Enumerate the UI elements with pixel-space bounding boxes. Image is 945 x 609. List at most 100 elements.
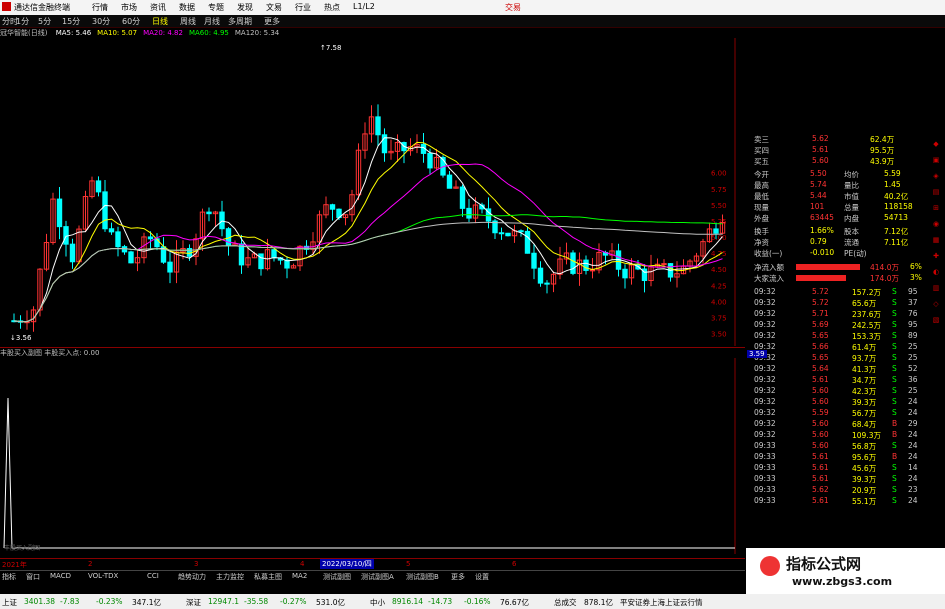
tick-count: 37 — [908, 298, 918, 307]
indicator-tab[interactable]: CCI — [147, 572, 159, 580]
tick-row: 09:33 5.61 55.1万 S 24 — [752, 496, 926, 507]
top-nav-item[interactable]: 行业 — [295, 2, 311, 13]
price-tick: 6.00 — [711, 170, 727, 178]
quote-panel: 卖三 5.62 62.4万 买四 5.61 95.5万 买五 5.60 43.9万 今开 5.50 均… — [752, 130, 926, 570]
tick-price: 5.72 — [812, 298, 829, 307]
candle-body — [498, 232, 505, 235]
period-tab[interactable]: 5分 — [38, 16, 51, 27]
period-tab[interactable]: 1分 — [16, 16, 29, 27]
top-nav-item[interactable]: 发现 — [237, 2, 253, 13]
status-val: 12947.1 — [208, 597, 240, 606]
tick-time: 09:32 — [754, 320, 776, 329]
indicator-tab[interactable]: 趋势动力 — [178, 572, 206, 582]
stat-value: 5.44 — [810, 191, 827, 200]
toolbar-icon-12[interactable]: ▧ — [930, 316, 942, 328]
indicator-tab[interactable]: 测试副图B — [406, 572, 439, 582]
toolbar-icon-7[interactable]: ▦ — [930, 236, 942, 248]
period-tab[interactable]: 周线 — [180, 16, 196, 27]
ask-vol: 62.4万 — [870, 135, 895, 144]
toolbar-icon-3[interactable]: ◈ — [930, 172, 942, 184]
top-nav-item[interactable]: L1/L2 — [353, 2, 375, 11]
low-price-label: ↓3.56 — [10, 334, 32, 342]
tick-row: 09:33 5.61 39.3万 S 24 — [752, 474, 926, 485]
price-tick: 3.50 — [711, 331, 727, 339]
sub-indicator-chart[interactable]: 丰股买入副图 — [0, 358, 745, 554]
indicator-tab[interactable]: MA2 — [292, 572, 307, 580]
top-nav-item[interactable]: 热点 — [324, 2, 340, 13]
candle-body — [167, 261, 173, 273]
stat-label: 外盘 — [754, 214, 769, 223]
candle-body — [524, 230, 531, 254]
tick-vol: 34.7万 — [852, 376, 877, 385]
tick-price: 5.71 — [812, 309, 829, 318]
stat-value: 5.50 — [810, 169, 827, 178]
tick-price: 5.61 — [812, 452, 829, 461]
stat-value: 63445 — [810, 213, 834, 222]
period-tab[interactable]: 多周期 — [228, 16, 252, 27]
ma-label: MA120: 5.34 — [234, 29, 280, 37]
indicator-tab[interactable]: 指标 — [2, 572, 16, 582]
toolbar-icon-8[interactable]: ✚ — [930, 252, 942, 264]
ask-vol: 95.5万 — [870, 146, 895, 155]
tick-count: 24 — [908, 430, 918, 439]
date-axis-month: 6 — [512, 560, 517, 568]
indicator-tab[interactable]: 测试副图A — [361, 572, 394, 582]
toolbar-icon-11[interactable]: ◇ — [930, 300, 942, 312]
stat-label: 现量 — [754, 203, 769, 212]
app-title: 通达信金融终端 — [14, 3, 70, 12]
stat-label: 流通 — [844, 238, 859, 247]
status-chg: -7.83 — [60, 597, 80, 606]
tick-count: 25 — [908, 342, 918, 351]
indicator-tab[interactable]: 窗口 — [26, 572, 40, 582]
toolbar-icon-9[interactable]: ◐ — [930, 268, 942, 280]
date-axis-month: 4 — [300, 560, 305, 568]
tick-price: 5.60 — [812, 441, 829, 450]
candle-body — [446, 174, 453, 189]
toolbar-icon-10[interactable]: ▥ — [930, 284, 942, 296]
indicator-tab[interactable]: VOL-TDX — [88, 572, 118, 580]
tick-side: S — [892, 386, 897, 395]
period-tab[interactable]: 60分 — [122, 16, 140, 27]
tick-row: 09:32 5.71 237.6万 S 76 — [752, 309, 926, 320]
tick-time: 09:33 — [754, 474, 776, 483]
toolbar-icon-6[interactable]: ◉ — [930, 220, 942, 232]
price-tick: 4.25 — [711, 282, 727, 290]
tick-row: 09:33 5.62 20.9万 S 23 — [752, 485, 926, 496]
toolbar-icon-5[interactable]: ⊞ — [930, 204, 942, 216]
kline-chart[interactable]: 6.005.755.505.255.004.754.504.254.003.75… — [0, 38, 745, 346]
period-tab[interactable]: 15分 — [62, 16, 80, 27]
top-nav-item[interactable]: 市场 — [121, 2, 137, 13]
trade-button[interactable]: 交易 — [505, 2, 521, 13]
last-price-tag: 3.59 — [747, 350, 767, 358]
period-tab[interactable]: 日线 — [152, 16, 168, 27]
toolbar-icon-4[interactable]: ▤ — [930, 188, 942, 200]
indicator-tabs: 指标 窗口 MACD VOL-TDX CCI 趋势动力 主力监控 私募主图 MA2 测试副图 测试副… — [0, 570, 745, 582]
candle-body — [63, 226, 69, 245]
toolbar-icon-1[interactable]: ◆ — [930, 140, 942, 152]
indicator-tab[interactable]: 设置 — [475, 572, 489, 582]
tick-side: S — [892, 287, 897, 296]
quote-row: 卖三 5.62 62.4万 — [752, 134, 926, 145]
tick-row: 09:32 5.72 157.2万 S 95 — [752, 287, 926, 298]
tick-price: 5.65 — [812, 331, 829, 340]
top-nav-item[interactable]: 专题 — [208, 2, 224, 13]
period-tab[interactable]: 月线 — [204, 16, 220, 27]
tick-vol: 61.4万 — [852, 343, 877, 352]
tick-count: 24 — [908, 397, 918, 406]
ask-price: 5.62 — [812, 134, 829, 143]
top-nav-item[interactable]: 资讯 — [150, 2, 166, 13]
indicator-tab[interactable]: 私募主图 — [254, 572, 282, 582]
period-tab[interactable]: 30分 — [92, 16, 110, 27]
indicator-tab[interactable]: 主力监控 — [216, 572, 244, 582]
indicator-tab[interactable]: 更多 — [451, 572, 465, 582]
period-tab[interactable]: 更多 — [264, 16, 280, 27]
indicator-tab[interactable]: 测试副图 — [323, 572, 351, 582]
top-nav-item[interactable]: 行情 — [92, 2, 108, 13]
period-menu: 分时 1分 5分 15分 30分 60分 日线 周线 月线 多周期 更多 — [0, 15, 945, 28]
status-chg: -14.73 — [428, 597, 453, 606]
tick-price: 5.60 — [812, 430, 829, 439]
top-nav-item[interactable]: 数据 — [179, 2, 195, 13]
toolbar-icon-2[interactable]: ▣ — [930, 156, 942, 168]
top-nav-item[interactable]: 文易 — [266, 2, 282, 13]
indicator-tab[interactable]: MACD — [50, 572, 71, 580]
